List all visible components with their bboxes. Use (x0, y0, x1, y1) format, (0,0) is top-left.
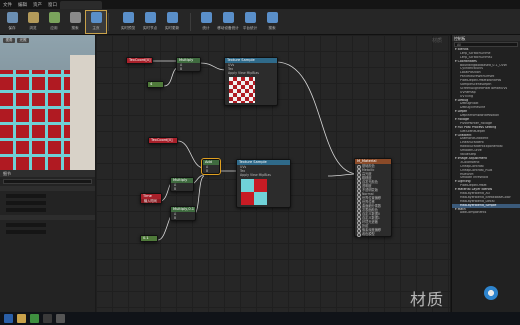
graph-watermark: 材质 (431, 38, 442, 44)
lit-button[interactable]: 光照 (17, 38, 29, 43)
pin-b[interactable]: B (203, 169, 219, 173)
menu-window[interactable]: 窗口 (48, 2, 57, 8)
details-row (3, 193, 92, 199)
stats-button[interactable]: 统计 (196, 11, 216, 33)
mouse-cursor-icon (484, 286, 498, 300)
browser-icon[interactable] (30, 314, 39, 323)
apply-button[interactable]: 应用 (44, 11, 64, 33)
details-category[interactable] (0, 215, 95, 220)
overlay-text: 材质 (410, 290, 445, 309)
home-icon (90, 12, 102, 23)
node-texcoord-2[interactable]: TexCoord[0] (148, 137, 178, 144)
details-category[interactable] (0, 186, 95, 191)
app-icon[interactable] (43, 314, 52, 323)
pin-mipbias[interactable]: Apply View MipBias (225, 71, 277, 75)
node-multiply-3[interactable]: Multiply,0.1 A B (170, 206, 196, 221)
live-preview-button[interactable]: 实时预览 (118, 11, 138, 33)
palette-item[interactable]: AddComponents (452, 211, 520, 215)
palette-panel: 控制板 All ▾ Blends Lerp_ScratchGrime Lerp_Sc… (451, 35, 520, 312)
node-texture-sample-1[interactable]: Texture Sample UVs Tex Apply View MipBia… (224, 57, 278, 106)
node-time[interactable]: Time 输入时间 (140, 193, 162, 204)
live-update-button[interactable]: 实时更新 (162, 11, 182, 33)
taskbar (0, 312, 520, 325)
node-material-output[interactable]: M_Material 基础颜色 Metallic 高光度 粗糙度 自发光颜色 透… (354, 158, 392, 237)
menu-edit[interactable]: 编辑 (18, 2, 27, 8)
node-texcoord-1[interactable]: TexCoord[0] (126, 57, 153, 64)
check-icon (48, 12, 60, 23)
stats-icon (200, 12, 212, 23)
document-tab[interactable] (60, 1, 102, 9)
node-title: 4 (148, 82, 163, 87)
pin-b[interactable]: B (177, 67, 200, 71)
save-icon (6, 12, 18, 23)
node-constant-2[interactable]: 0.1 (140, 235, 158, 242)
folder-icon[interactable] (17, 314, 26, 323)
node-constant-1[interactable]: 4 (147, 81, 164, 88)
search-button[interactable]: 搜索 (65, 11, 85, 33)
details-field[interactable] (6, 201, 46, 205)
pin-b[interactable]: B (171, 216, 195, 220)
details-search-input[interactable] (3, 179, 92, 184)
material-graph[interactable]: 材质 TexCoord[0] Multiply A B 4 Texture Sa… (96, 35, 450, 312)
folder-icon (27, 12, 39, 23)
find-button[interactable]: 搜索 (262, 11, 282, 33)
pin-b[interactable]: B (171, 187, 193, 191)
node-add[interactable]: Add A B (201, 158, 221, 175)
details-title: 细节 (0, 170, 95, 177)
viewport-options: 视角 光照 (3, 38, 29, 43)
details-panel: 细节 (0, 170, 95, 325)
unreal-icon[interactable] (56, 314, 65, 323)
preview-viewport[interactable]: 视角 光照 (0, 35, 95, 170)
palette-list: ▾ Blends Lerp_ScratchGrime Lerp_ScratchGri… (452, 48, 520, 215)
palette-search-input[interactable]: All (454, 42, 518, 47)
preview-icon (122, 12, 134, 23)
search-icon (69, 12, 81, 23)
node-title: 0.1 (141, 236, 157, 241)
node-subtitle: 输入时间 (141, 199, 161, 203)
texture-thumbnail-checker (229, 77, 255, 103)
platform-icon (244, 12, 256, 23)
live-nodes-button[interactable]: 实时节点 (140, 11, 160, 33)
details-row (3, 200, 92, 206)
menu-file[interactable]: 文件 (3, 2, 12, 8)
details-row (3, 229, 92, 235)
toolbar-divider (108, 13, 109, 31)
platform-stats-button[interactable]: 平台统计 (240, 11, 260, 33)
node-multiply-2[interactable]: Multiply A B (170, 177, 194, 192)
details-field[interactable] (6, 194, 46, 198)
toolbar: 保存 浏览 应用 搜索 主页 实时预览 实时节点 实时更新 统计 移动设备统计 … (0, 9, 520, 35)
palette-title: 控制板 (452, 35, 520, 41)
node-texture-sample-2[interactable]: Texture Sample UVs Tex Apply View MipBia… (236, 159, 291, 208)
node-title: TexCoord[0] (127, 58, 152, 63)
update-icon (166, 12, 178, 23)
preview-mesh (0, 70, 70, 170)
perspective-button[interactable]: 视角 (3, 38, 15, 43)
pin-mipbias[interactable]: Apply View MipBias (237, 173, 290, 177)
toolbar-divider (190, 13, 191, 31)
start-icon[interactable] (4, 314, 13, 323)
node-multiply-1[interactable]: Multiply A B (176, 57, 201, 72)
home-button[interactable]: 主页 (85, 10, 107, 34)
node-title: TexCoord[0] (149, 138, 177, 143)
details-row (3, 207, 92, 213)
pin-shading-model[interactable]: 着色模型 (355, 232, 391, 237)
details-field[interactable] (6, 230, 46, 234)
nodes-icon (144, 12, 156, 23)
details-row (3, 222, 92, 228)
texture-thumbnail-quad (241, 179, 267, 205)
save-button[interactable]: 保存 (2, 11, 22, 33)
browse-button[interactable]: 浏览 (23, 11, 43, 33)
details-field[interactable] (6, 208, 46, 212)
details-field[interactable] (6, 223, 46, 227)
preview-mesh-side (70, 55, 95, 170)
find-icon (266, 12, 278, 23)
mobile-stats-button[interactable]: 移动设备统计 (217, 11, 239, 33)
mobile-icon (222, 12, 234, 23)
menu-asset[interactable]: 资产 (33, 2, 42, 8)
